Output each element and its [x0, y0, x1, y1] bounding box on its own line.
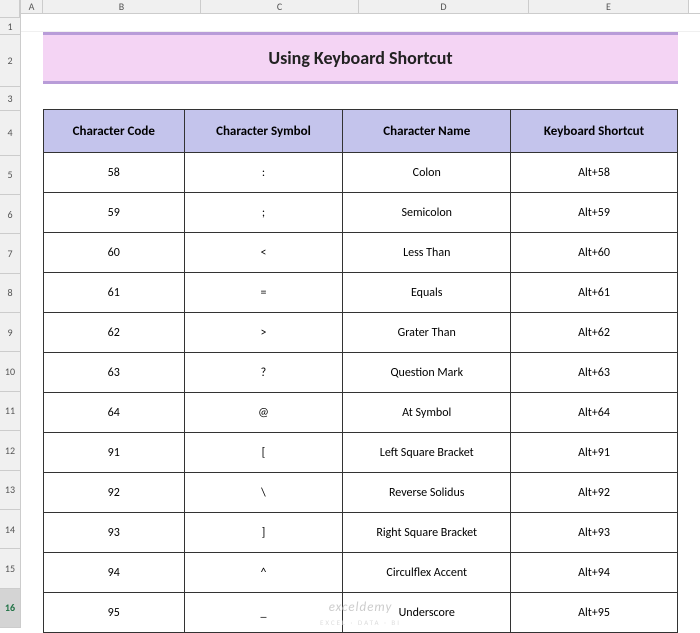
cell-shortcut[interactable]: Alt+58: [511, 153, 678, 193]
cell-symbol[interactable]: ?: [184, 353, 343, 393]
col-header-e[interactable]: E: [529, 0, 689, 13]
row-header-3[interactable]: 3: [0, 87, 20, 112]
row-1-spacer[interactable]: [21, 14, 700, 32]
table-row: 93]Right Square BracketAlt+93: [44, 513, 678, 553]
data-table: Character Code Character Symbol Characte…: [43, 109, 678, 633]
row-header-10[interactable]: 10: [0, 352, 20, 391]
cell-symbol[interactable]: ^: [184, 553, 343, 593]
column-headers: A B C D E: [21, 0, 700, 14]
cell-name[interactable]: Circulflex Accent: [343, 553, 511, 593]
cell-name[interactable]: Equals: [343, 273, 511, 313]
cell-code[interactable]: 60: [44, 233, 185, 273]
row-header-1[interactable]: 1: [0, 18, 20, 36]
cell-symbol[interactable]: ]: [184, 513, 343, 553]
table-row: 59;SemicolonAlt+59: [44, 193, 678, 233]
cell-shortcut[interactable]: Alt+62: [511, 313, 678, 353]
cell-code[interactable]: 95: [44, 593, 185, 633]
main-area: A B C D E Using Keyboard Shortcut Charac…: [21, 0, 700, 628]
row-header-6[interactable]: 6: [0, 195, 20, 234]
row-header-16[interactable]: 16: [0, 589, 20, 628]
cell-name[interactable]: Question Mark: [343, 353, 511, 393]
table-row: 63?Question MarkAlt+63: [44, 353, 678, 393]
cell-code[interactable]: 62: [44, 313, 185, 353]
cell-symbol[interactable]: >: [184, 313, 343, 353]
row-3-spacer[interactable]: [21, 84, 700, 109]
cell-symbol[interactable]: @: [184, 393, 343, 433]
cell-code[interactable]: 92: [44, 473, 185, 513]
row-header-15[interactable]: 15: [0, 549, 20, 588]
table-row: 92\Reverse SolidusAlt+92: [44, 473, 678, 513]
spreadsheet: 1 2 3 4 5 6 7 8 9 10 11 12 13 14 15 16 A…: [0, 0, 700, 628]
col-header-c[interactable]: C: [201, 0, 359, 13]
col-header-a[interactable]: A: [21, 0, 43, 13]
cell-name[interactable]: Right Square Bracket: [343, 513, 511, 553]
col-header-b[interactable]: B: [43, 0, 201, 13]
cell-code[interactable]: 58: [44, 153, 185, 193]
header-name[interactable]: Character Name: [343, 110, 511, 153]
cell-code[interactable]: 64: [44, 393, 185, 433]
table-row: 61=EqualsAlt+61: [44, 273, 678, 313]
cell-shortcut[interactable]: Alt+64: [511, 393, 678, 433]
watermark: exceldemy: [329, 600, 393, 615]
header-shortcut[interactable]: Keyboard Shortcut: [511, 110, 678, 153]
cell-symbol[interactable]: =: [184, 273, 343, 313]
cell-symbol[interactable]: \: [184, 473, 343, 513]
row-header-4[interactable]: 4: [0, 111, 20, 155]
row-header-2[interactable]: 2: [0, 35, 20, 86]
table-row: 58:ColonAlt+58: [44, 153, 678, 193]
table-row: 91[Left Square BracketAlt+91: [44, 433, 678, 473]
row-header-8[interactable]: 8: [0, 274, 20, 313]
cell-shortcut[interactable]: Alt+60: [511, 233, 678, 273]
watermark-sub: EXCEL · DATA · BI: [320, 618, 401, 627]
cell-shortcut[interactable]: Alt+93: [511, 513, 678, 553]
cell-name[interactable]: At Symbol: [343, 393, 511, 433]
cell-name[interactable]: Semicolon: [343, 193, 511, 233]
header-symbol[interactable]: Character Symbol: [184, 110, 343, 153]
header-code[interactable]: Character Code: [44, 110, 185, 153]
table-row: 64@At SymbolAlt+64: [44, 393, 678, 433]
table-row: 60<Less ThanAlt+60: [44, 233, 678, 273]
table-header-row: Character Code Character Symbol Characte…: [44, 110, 678, 153]
cell-code[interactable]: 91: [44, 433, 185, 473]
cell-shortcut[interactable]: Alt+94: [511, 553, 678, 593]
cell-code[interactable]: 59: [44, 193, 185, 233]
cell-name[interactable]: Less Than: [343, 233, 511, 273]
cell-symbol[interactable]: ;: [184, 193, 343, 233]
row-header-11[interactable]: 11: [0, 392, 20, 431]
row-header-12[interactable]: 12: [0, 431, 20, 470]
cell-symbol[interactable]: [: [184, 433, 343, 473]
select-all-corner[interactable]: [0, 0, 20, 18]
cell-shortcut[interactable]: Alt+59: [511, 193, 678, 233]
cell-shortcut[interactable]: Alt+95: [511, 593, 678, 633]
cell-shortcut[interactable]: Alt+61: [511, 273, 678, 313]
row-header-9[interactable]: 9: [0, 313, 20, 352]
row-header-5[interactable]: 5: [0, 156, 20, 195]
table-row: 62>Grater ThanAlt+62: [44, 313, 678, 353]
col-header-d[interactable]: D: [359, 0, 529, 13]
cell-shortcut[interactable]: Alt+91: [511, 433, 678, 473]
page-title[interactable]: Using Keyboard Shortcut: [43, 32, 678, 84]
cell-name[interactable]: Colon: [343, 153, 511, 193]
cell-symbol[interactable]: <: [184, 233, 343, 273]
cell-shortcut[interactable]: Alt+63: [511, 353, 678, 393]
cell-symbol[interactable]: :: [184, 153, 343, 193]
row-header-13[interactable]: 13: [0, 471, 20, 510]
cell-name[interactable]: Grater Than: [343, 313, 511, 353]
cell-code[interactable]: 63: [44, 353, 185, 393]
cell-code[interactable]: 94: [44, 553, 185, 593]
cell-code[interactable]: 61: [44, 273, 185, 313]
cell-shortcut[interactable]: Alt+92: [511, 473, 678, 513]
row-header-14[interactable]: 14: [0, 510, 20, 549]
row-header-7[interactable]: 7: [0, 234, 20, 273]
content-area: Using Keyboard Shortcut Character Code C…: [21, 14, 700, 633]
row-headers: 1 2 3 4 5 6 7 8 9 10 11 12 13 14 15 16: [0, 0, 21, 628]
cell-code[interactable]: 93: [44, 513, 185, 553]
cell-name[interactable]: Left Square Bracket: [343, 433, 511, 473]
table-row: 94^Circulflex AccentAlt+94: [44, 553, 678, 593]
cell-name[interactable]: Reverse Solidus: [343, 473, 511, 513]
